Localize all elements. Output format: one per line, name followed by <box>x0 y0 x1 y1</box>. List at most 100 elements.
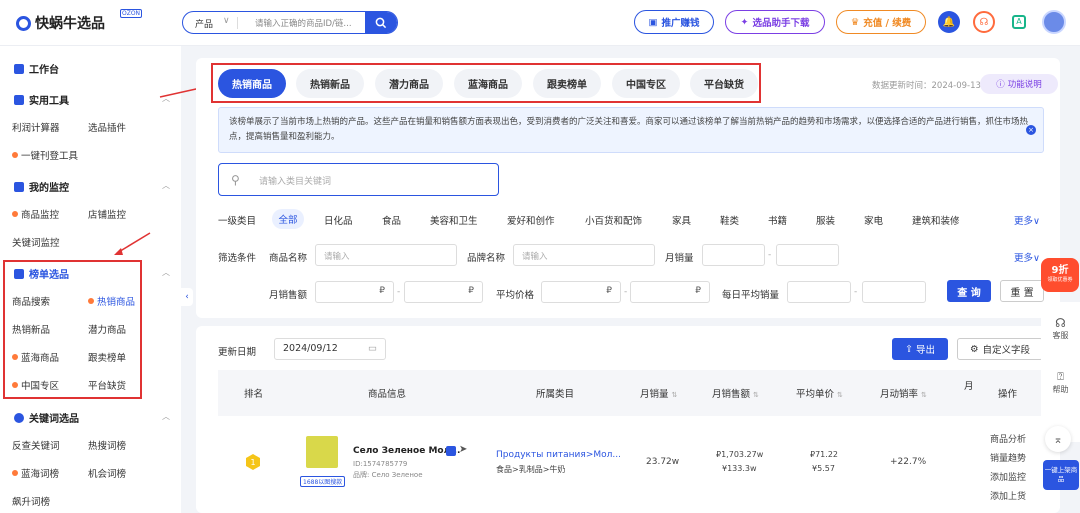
export-label: 导出 <box>915 345 935 356</box>
help-button[interactable]: ⓘ 功能说明 <box>980 74 1058 94</box>
revenue-max-input[interactable]: ₽ <box>404 281 483 303</box>
col-turnover[interactable]: 月动销率 ⇅ <box>880 386 927 400</box>
sort-icon: ⇅ <box>671 391 678 399</box>
info-icon: ⓘ <box>996 80 1005 90</box>
product-name-input[interactable]: 请输入 <box>315 244 457 266</box>
question-icon: ⍰ <box>1057 370 1064 383</box>
category-item[interactable]: 建筑和装修 <box>912 213 960 227</box>
monthly-sales-value: 23.72w <box>646 457 680 467</box>
cloud-upload-icon: ⇪ <box>905 343 913 355</box>
product-id: ID:1574785779 <box>353 460 408 468</box>
update-time: 数据更新时间：2024-09-13 <box>872 81 981 91</box>
tab-china-zone[interactable]: 中国专区 <box>612 69 680 98</box>
product-thumbnail[interactable] <box>306 436 338 468</box>
monthly-sales-label: 月销量 <box>665 253 694 264</box>
category-item[interactable]: 爱好和创作 <box>507 213 555 227</box>
ruble-icon: ₽ <box>379 286 385 296</box>
price-min-input[interactable]: ₽ <box>541 281 621 303</box>
product-name-label: 商品名称 <box>269 253 308 264</box>
daily-sales-max-input[interactable] <box>862 281 926 303</box>
headset-icon: ☊ <box>1055 316 1066 330</box>
avg-price-label: 平均价格 <box>496 290 535 301</box>
tab-blue-ocean[interactable]: 蓝海商品 <box>454 69 522 98</box>
date-picker[interactable]: 2024/09/12 ▭ <box>274 338 386 360</box>
right-rail: ☊ 客服 ⍰ 帮助 <box>1041 302 1080 442</box>
product-name[interactable]: Село Зеленое Мол... <box>353 446 460 456</box>
discount-label: 9折 <box>1051 265 1069 276</box>
service-label: 客服 <box>1052 331 1069 340</box>
category-item[interactable]: 服装 <box>816 213 835 227</box>
update-date-label: 更新日期 <box>218 347 257 358</box>
col-avg-price[interactable]: 平均单价 ⇅ <box>796 386 843 400</box>
info-banner: 该榜单展示了当前市场上热销的产品。这些产品在销量和销售额方面表现出色，受到消费者… <box>218 107 1044 153</box>
category-item[interactable]: 日化品 <box>324 213 353 227</box>
category-item[interactable]: 鞋类 <box>720 213 739 227</box>
brand-name-label: 品牌名称 <box>467 253 506 264</box>
range-dash: - <box>854 287 858 297</box>
more-categories-link[interactable]: 更多∨ <box>1014 213 1040 227</box>
category-item[interactable]: 美容和卫生 <box>430 213 478 227</box>
category-item[interactable]: 家电 <box>864 213 883 227</box>
tab-potential[interactable]: 潜力商品 <box>375 69 443 98</box>
range-dash: - <box>397 287 401 297</box>
brand-name-input[interactable]: 请输入 <box>513 244 655 266</box>
price-max-input[interactable]: ₽ <box>630 281 710 303</box>
col-product-info: 商品信息 <box>368 389 407 400</box>
help-label: 功能说明 <box>1007 80 1042 90</box>
category-item[interactable]: 家具 <box>672 213 691 227</box>
monthly-sales-header: 月销量 <box>640 389 669 400</box>
category-item[interactable]: 食品 <box>382 213 401 227</box>
send-icon[interactable]: ➤ <box>459 444 467 455</box>
query-button[interactable]: 查 询 <box>947 280 991 302</box>
monthly-sales-max-input[interactable] <box>776 244 839 266</box>
back-to-top-button[interactable]: ⌅ <box>1045 426 1071 452</box>
more-label: 更多 <box>1014 216 1034 227</box>
action-sales-trend[interactable]: 销量趋势 <box>990 451 1026 464</box>
category-label: 一级类目 <box>218 216 257 227</box>
tab-hot-products[interactable]: 热销商品 <box>218 69 286 98</box>
monthly-revenue-header: 月销售额 <box>712 389 751 400</box>
calendar-icon: ▭ <box>368 343 377 354</box>
action-add-monitor[interactable]: 添加监控 <box>990 470 1026 483</box>
more-filters-link[interactable]: 更多∨ <box>1014 250 1040 264</box>
sort-icon: ⇅ <box>837 391 843 399</box>
col-monthly-revenue[interactable]: 月销售额 ⇅ <box>712 386 759 400</box>
action-product-analysis[interactable]: 商品分析 <box>990 432 1026 445</box>
close-icon[interactable]: × <box>1026 125 1036 135</box>
reset-button[interactable]: 重 置 <box>1000 280 1044 302</box>
category-item[interactable]: 书籍 <box>768 213 787 227</box>
revenue-cny: ¥133.3w <box>722 464 757 473</box>
range-dash: - <box>624 287 628 297</box>
one-click-listing-button[interactable]: 一键上架商品 <box>1043 460 1079 490</box>
action-add-listing[interactable]: 添加上货 <box>990 489 1026 502</box>
revenue-rub: ₽1,703.27w <box>716 450 764 459</box>
search-icon: ⚲ <box>231 173 240 187</box>
daily-sales-min-input[interactable] <box>787 281 851 303</box>
range-dash: - <box>768 250 772 260</box>
price-rub: ₽71.22 <box>810 450 838 459</box>
category-all[interactable]: 全部 <box>272 209 304 229</box>
tab-out-of-stock[interactable]: 平台缺货 <box>690 69 758 98</box>
custom-fields-label: 自定义字段 <box>982 345 1031 356</box>
discount-badge[interactable]: 9折 领取优惠券 <box>1041 258 1079 292</box>
custom-fields-button[interactable]: ⚙ 自定义字段 <box>957 338 1043 360</box>
category-link[interactable]: Продукты питания>Мол... <box>496 450 621 460</box>
monthly-sales-min-input[interactable] <box>702 244 765 266</box>
col-truncated: 月 <box>964 381 974 392</box>
customer-service-button[interactable]: ☊ 客服 <box>1041 316 1080 341</box>
help-center-button[interactable]: ⍰ 帮助 <box>1041 370 1080 395</box>
date-value: 2024/09/12 <box>283 343 338 354</box>
category-search-input[interactable]: ⚲ 请输入类目关键词 <box>218 163 499 196</box>
tab-follow-sell[interactable]: 跟卖榜单 <box>533 69 601 98</box>
col-monthly-sales[interactable]: 月销量 ⇅ <box>640 386 677 400</box>
category-search-placeholder: 请输入类目关键词 <box>259 177 332 187</box>
category-item[interactable]: 小百货和配饰 <box>585 213 642 227</box>
copy-icon[interactable] <box>446 446 456 456</box>
ruble-icon: ₽ <box>695 286 701 296</box>
revenue-min-input[interactable]: ₽ <box>315 281 394 303</box>
rail-help-label: 帮助 <box>1052 385 1069 394</box>
daily-avg-sales-label: 每日平均销量 <box>722 290 780 301</box>
image-search-tag[interactable]: 1688以图搜款 <box>300 476 346 487</box>
tab-hot-new[interactable]: 热销新品 <box>296 69 364 98</box>
export-button[interactable]: ⇪ 导出 <box>892 338 948 360</box>
